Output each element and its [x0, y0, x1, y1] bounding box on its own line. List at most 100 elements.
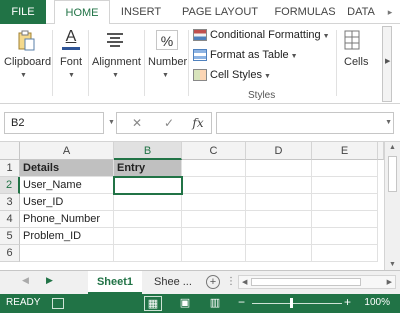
cell-c2[interactable] — [182, 177, 246, 194]
chevron-down-icon[interactable]: ▼ — [385, 119, 392, 126]
tab-data[interactable]: DATA — [344, 0, 378, 24]
divider — [336, 30, 337, 96]
cell-b3[interactable] — [114, 194, 182, 211]
cell-a4[interactable]: Phone_Number — [20, 211, 114, 228]
status-ready: READY — [6, 297, 41, 308]
alignment-label: Alignment — [92, 56, 141, 68]
row-header-4[interactable]: 4 — [0, 211, 20, 228]
sheet-tab-bar: ◀ ▶ Sheet1 Shee ... + ⋮ ◀ ▶ — [0, 270, 400, 294]
cell-d1[interactable] — [246, 160, 312, 177]
cell-c3[interactable] — [182, 194, 246, 211]
tab-home[interactable]: HOME — [54, 0, 110, 25]
enter-icon[interactable]: ✓ — [162, 112, 176, 134]
tab-formulas[interactable]: FORMULAS — [274, 0, 336, 24]
chevron-down-icon: ▼ — [263, 73, 271, 80]
cell-c1[interactable] — [182, 160, 246, 177]
divider — [88, 30, 89, 96]
row-header-3[interactable]: 3 — [0, 194, 20, 211]
cell-a6[interactable] — [20, 245, 114, 262]
chevron-down-icon[interactable]: ▼ — [108, 119, 115, 126]
scroll-up-icon[interactable]: ▲ — [389, 144, 396, 151]
cancel-icon[interactable]: ✕ — [130, 112, 144, 134]
cell-styles-icon — [193, 69, 207, 82]
vertical-scrollbar[interactable]: ▲ ▼ — [384, 142, 400, 270]
cell-e2[interactable] — [312, 177, 378, 194]
scroll-left-icon[interactable]: ◀ — [242, 278, 247, 286]
row-header-6[interactable]: 6 — [0, 245, 20, 262]
cell-d2[interactable] — [246, 177, 312, 194]
zoom-out-icon[interactable]: − — [238, 295, 245, 309]
sheet-next-icon[interactable]: ▶ — [46, 275, 53, 286]
cell-c6[interactable] — [182, 245, 246, 262]
column-header-c[interactable]: C — [182, 142, 246, 160]
styles-group-label: Styles — [248, 90, 276, 101]
cell-c5[interactable] — [182, 228, 246, 245]
percent-icon: % — [156, 30, 178, 50]
tab-page-layout[interactable]: PAGE LAYOUT — [174, 0, 266, 24]
normal-view-icon[interactable]: ▦ — [144, 296, 162, 311]
align-center-icon — [107, 33, 123, 47]
macro-record-icon[interactable] — [52, 298, 64, 309]
page-layout-view-icon[interactable]: ▣ — [176, 296, 194, 311]
cell-a1[interactable]: Details — [20, 160, 114, 177]
cell-e5[interactable] — [312, 228, 378, 245]
active-cell-border — [113, 176, 183, 195]
select-all-corner[interactable] — [0, 142, 20, 160]
formula-bar: B2 ▼ ✕ ✓ fx ▼ — [0, 104, 400, 142]
cell-a5[interactable]: Problem_ID — [20, 228, 114, 245]
horizontal-scrollbar[interactable]: ◀ ▶ — [238, 275, 396, 289]
cell-e6[interactable] — [312, 245, 378, 262]
conditional-formatting-button[interactable]: Conditional Formatting ▼ — [193, 26, 330, 44]
ribbon: Clipboard ▼ A Font ▼ Alignment ▼ % Numbe… — [0, 24, 400, 104]
cell-b1[interactable]: Entry — [114, 160, 182, 177]
format-as-table-icon — [193, 49, 207, 62]
cell-b5[interactable] — [114, 228, 182, 245]
column-header-d[interactable]: D — [246, 142, 312, 160]
zoom-in-icon[interactable]: + — [344, 295, 351, 309]
zoom-slider-thumb[interactable] — [290, 298, 293, 308]
tab-insert[interactable]: INSERT — [118, 0, 164, 24]
chevron-down-icon: ▼ — [20, 72, 27, 79]
cell-c4[interactable] — [182, 211, 246, 228]
column-header-b[interactable]: B — [114, 142, 182, 160]
cell-b6[interactable] — [114, 245, 182, 262]
cell-b4[interactable] — [114, 211, 182, 228]
tab-file[interactable]: FILE — [0, 0, 46, 24]
sheet-tab-other[interactable]: Shee ... — [148, 271, 204, 294]
zoom-slider[interactable] — [252, 303, 342, 304]
cell-d5[interactable] — [246, 228, 312, 245]
divider — [52, 30, 53, 96]
font-label: Font — [60, 56, 83, 68]
scroll-right-icon[interactable]: ▶ — [387, 278, 392, 286]
zoom-level[interactable]: 100% — [364, 297, 390, 308]
cell-styles-button[interactable]: Cell Styles ▼ — [193, 66, 271, 84]
more-options-icon[interactable]: ⋮ — [226, 276, 236, 287]
cell-e3[interactable] — [312, 194, 378, 211]
row-header-5[interactable]: 5 — [0, 228, 20, 245]
insert-function-icon[interactable]: fx — [190, 112, 206, 134]
cell-a2[interactable]: User_Name — [20, 177, 114, 194]
column-header-e[interactable]: E — [312, 142, 378, 160]
format-as-table-button[interactable]: Format as Table ▼ — [193, 46, 298, 64]
formula-input[interactable] — [216, 112, 394, 134]
cell-d3[interactable] — [246, 194, 312, 211]
cell-d6[interactable] — [246, 245, 312, 262]
cell-e4[interactable] — [312, 211, 378, 228]
cell-e1[interactable] — [312, 160, 378, 177]
add-sheet-icon[interactable]: + — [206, 275, 220, 289]
row-header-2[interactable]: 2 — [0, 177, 20, 194]
column-header-a[interactable]: A — [20, 142, 114, 160]
conditional-formatting-label: Conditional Formatting — [210, 29, 321, 41]
horizontal-scroll-thumb[interactable] — [251, 278, 361, 286]
scroll-down-icon[interactable]: ▼ — [389, 261, 396, 268]
cell-a3[interactable]: User_ID — [20, 194, 114, 211]
vertical-scroll-thumb[interactable] — [388, 156, 397, 192]
row-header-1[interactable]: 1 — [0, 160, 20, 177]
tab-scroll-right-icon[interactable]: ▸ — [380, 0, 400, 24]
page-break-view-icon[interactable]: ▥ — [206, 296, 224, 311]
sheet-prev-icon[interactable]: ◀ — [22, 275, 29, 286]
sheet-tab-sheet1[interactable]: Sheet1 — [88, 271, 142, 294]
name-box[interactable]: B2 — [4, 112, 104, 134]
cell-d4[interactable] — [246, 211, 312, 228]
ribbon-scroll-button[interactable]: ▶ — [382, 26, 392, 102]
